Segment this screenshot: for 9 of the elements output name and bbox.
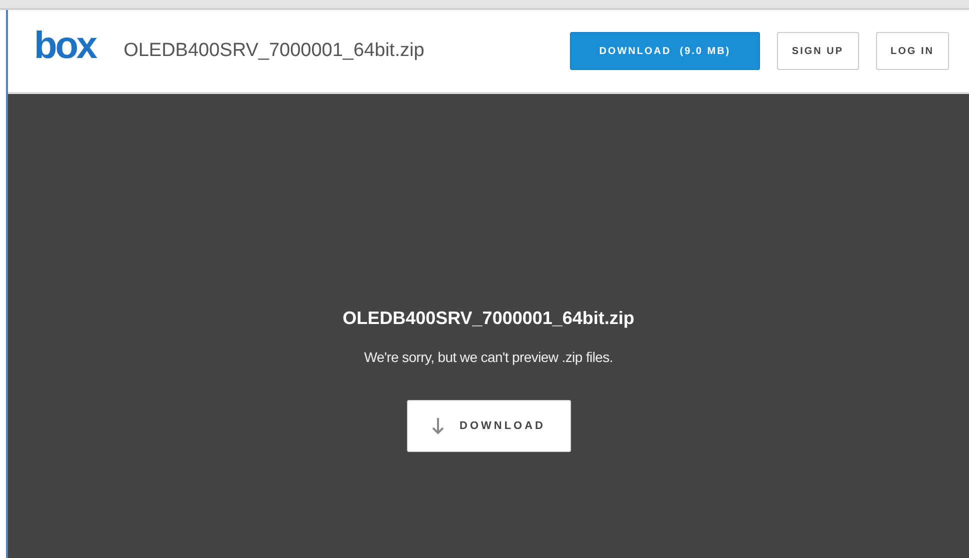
- download-button[interactable]: DOWNLOAD: [406, 400, 570, 452]
- box-logo[interactable]: box: [34, 27, 96, 65]
- download-arrow-icon: [432, 417, 444, 435]
- file-name: OLEDB400SRV_7000001_64bit.zip: [124, 40, 424, 62]
- preview-file-name: OLEDB400SRV_7000001_64bit.zip: [342, 308, 634, 329]
- header-button[interactable]: SIGN UP: [776, 32, 859, 70]
- preview-message: We're sorry, but we can't preview .zip files.: [364, 349, 613, 365]
- header-button[interactable]: LOG IN: [876, 32, 949, 70]
- download-button[interactable]: DOWNLOAD (9.0 MB): [570, 32, 760, 70]
